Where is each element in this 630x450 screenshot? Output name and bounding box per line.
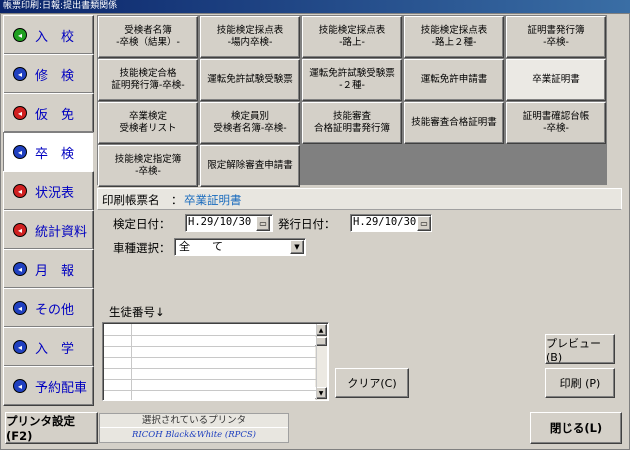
document-button[interactable]: 受検者名簿 -卒検（結果）-: [98, 16, 198, 58]
student-number-list[interactable]: ▲ ▼: [102, 322, 329, 401]
heart-badge-icon: ◂: [13, 223, 27, 237]
list-column-line: [316, 324, 317, 400]
selected-printer-header: 選択されているプリンタ: [100, 414, 288, 428]
sidebar-item-label: 統計資料: [35, 224, 88, 240]
document-button[interactable]: 技能審査合格証明書: [404, 102, 504, 144]
document-button[interactable]: 運転免許試験受験票: [200, 59, 300, 101]
blue-circle-arrow-icon: ◂: [13, 301, 27, 315]
document-button[interactable]: 証明書発行簿 -卒検-: [506, 16, 606, 58]
document-button[interactable]: 運転免許試験受験票 -２種-: [302, 59, 402, 101]
blue-circle-arrow-icon: ◂: [13, 262, 27, 276]
shield-green-icon: ◂: [13, 28, 27, 42]
close-button[interactable]: 閉じる(L): [530, 412, 622, 444]
clear-button[interactable]: クリア(C): [335, 368, 409, 398]
sidebar-item-label: その他: [35, 302, 75, 318]
target-circle-icon: ◂: [13, 106, 27, 120]
blue-circle-icon: ◂: [13, 67, 27, 81]
list-row-line: [104, 357, 316, 358]
sidebar-item-label: 入 学: [35, 341, 75, 357]
list-row-line: [104, 335, 316, 336]
report-name-label: 印刷帳票名 ：: [102, 193, 183, 207]
report-name-value: 卒業証明書: [184, 193, 242, 207]
sidebar: ◂ 入 校 ◂ 修 検 ◂ 仮 免 ◂ 卒 検 ◂ 状況表 ◂ 統計資料 ◂ 月 報 ◂ その他 ◂ 入 学 ◂ 予約…: [3, 15, 94, 406]
sidebar-item[interactable]: ◂ 入 学: [3, 327, 94, 367]
sidebar-item-label: 状況表: [35, 185, 75, 201]
sidebar-item[interactable]: ◂ その他: [3, 288, 94, 328]
sidebar-item-label: 入 校: [35, 29, 75, 45]
printer-settings-button[interactable]: プリンタ設定(F2): [5, 412, 98, 444]
selected-printer-name: RICOH Black&White (RPCS): [131, 430, 256, 440]
student-number-label: 生徒番号↓: [109, 305, 165, 319]
sidebar-item-label: 月 報: [35, 263, 75, 279]
list-row-line: [104, 390, 316, 391]
target-circle-icon: ◂: [13, 184, 27, 198]
list-column-line: [131, 324, 132, 400]
blue-circle-arrow-icon: ◂: [13, 145, 27, 159]
sidebar-item[interactable]: ◂ 卒 検: [3, 132, 94, 172]
issue-date-label: 発行日付：: [278, 217, 336, 231]
list-row-line: [104, 379, 316, 380]
document-button[interactable]: 運転免許申請書: [404, 59, 504, 101]
vehicle-select-value: 全 て: [179, 240, 223, 253]
vehicle-select[interactable]: 全 て ▼: [174, 238, 306, 256]
sidebar-item-label: 予約配車: [35, 380, 88, 396]
sidebar-item[interactable]: ◂ 入 校: [3, 15, 94, 55]
document-button[interactable]: 技能検定合格 証明発行簿-卒検-: [98, 59, 198, 101]
list-row-line: [104, 368, 316, 369]
document-button[interactable]: 技能検定採点表 -場内卒検-: [200, 16, 300, 58]
report-name-bar: 印刷帳票名 ： 卒業証明書: [97, 188, 622, 210]
sidebar-item-label: 卒 検: [35, 146, 75, 162]
issue-date-calendar-icon[interactable]: ▭: [417, 216, 431, 231]
blue-circle-arrow-icon: ◂: [13, 379, 27, 393]
list-row-line: [104, 346, 316, 347]
sidebar-item-label: 仮 免: [35, 107, 75, 123]
vehicle-label: 車種選択：: [113, 241, 171, 255]
document-button[interactable]: 技能検定採点表 -路上２種-: [404, 16, 504, 58]
document-button[interactable]: 証明書確認台帳 -卒検-: [506, 102, 606, 144]
sidebar-item[interactable]: ◂ 予約配車: [3, 366, 94, 406]
sidebar-item[interactable]: ◂ 仮 免: [3, 93, 94, 133]
document-button[interactable]: 検定員別 受検者名簿-卒検-: [200, 102, 300, 144]
chevron-down-icon[interactable]: ▼: [290, 240, 304, 254]
exam-date-label: 検定日付：: [113, 217, 171, 231]
sidebar-item[interactable]: ◂ 状況表: [3, 171, 94, 211]
preview-button[interactable]: プレビュー(B): [545, 334, 615, 364]
document-button[interactable]: 限定解除審査申請書: [200, 145, 300, 187]
document-button[interactable]: 卒業証明書: [506, 59, 606, 101]
document-button[interactable]: 技能検定採点表 -路上-: [302, 16, 402, 58]
window-title: 帳票印刷:日報:提出書類関係: [0, 0, 630, 13]
sidebar-item-label: 修 検: [35, 68, 75, 84]
selected-printer-box: 選択されているプリンタ RICOH Black&White (RPCS): [99, 413, 289, 443]
document-button[interactable]: 技能検定指定簿 -卒検-: [98, 145, 198, 187]
document-grid: 受検者名簿 -卒検（結果）- 技能検定採点表 -場内卒検- 技能検定採点表 -路上-…: [97, 15, 607, 187]
exam-date-calendar-icon[interactable]: ▭: [256, 216, 270, 231]
blue-circle-arrow-icon: ◂: [13, 340, 27, 354]
print-button[interactable]: 印刷 (P): [545, 368, 615, 398]
sidebar-item[interactable]: ◂ 月 報: [3, 249, 94, 289]
document-button[interactable]: 卒業検定 受検者リスト: [98, 102, 198, 144]
sidebar-item[interactable]: ◂ 統計資料: [3, 210, 94, 250]
sidebar-item[interactable]: ◂ 修 検: [3, 54, 94, 94]
document-button[interactable]: 技能審査 合格証明書発行簿: [302, 102, 402, 144]
